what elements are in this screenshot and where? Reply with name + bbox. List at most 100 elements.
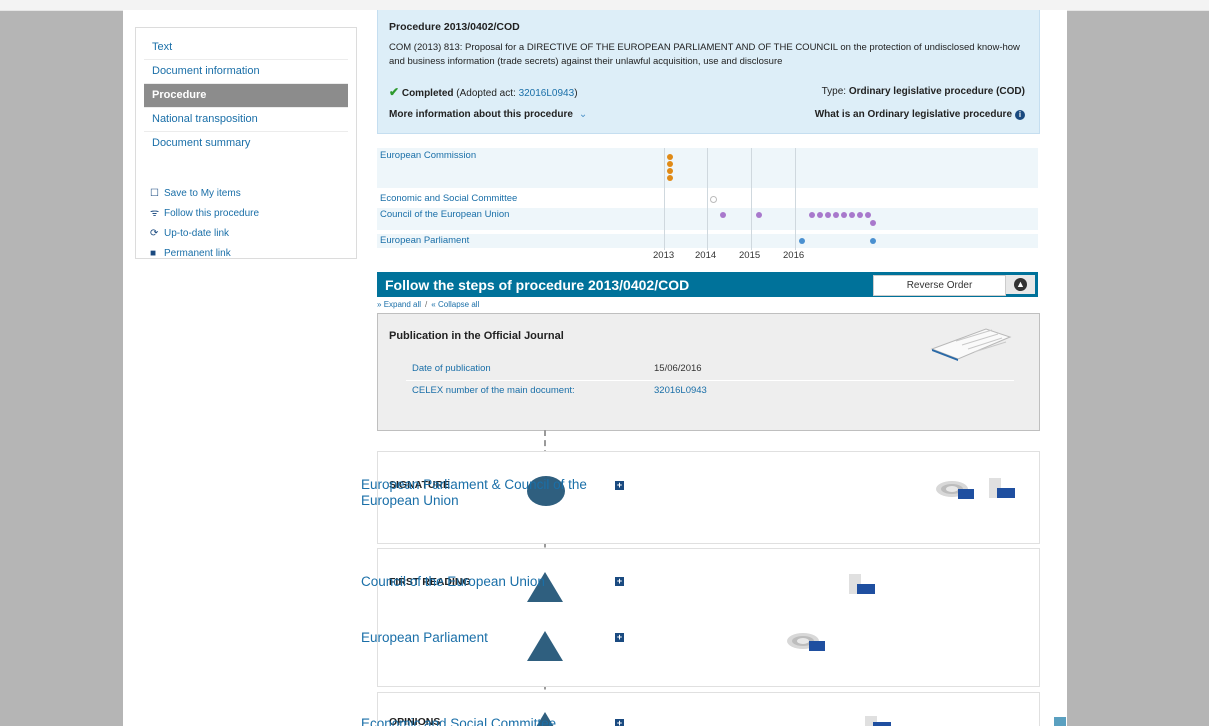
timeline-year-line <box>751 148 752 250</box>
sidebar-item-national-transposition[interactable]: National transposition <box>144 108 348 132</box>
publication-row: Date of publication 15/06/2016 <box>406 358 1014 381</box>
collapse-all-link[interactable]: « Collapse all <box>431 300 479 309</box>
follow-procedure-label: Follow this procedure <box>164 208 260 219</box>
esc-icon <box>865 716 891 726</box>
procedure-timeline: European Commission Economic and Social … <box>377 148 1038 261</box>
more-info-label: More information about this procedure <box>389 109 573 120</box>
timeline-label-council[interactable]: Council of the European Union <box>380 209 509 220</box>
stage-entity-link[interactable]: Council of the European Union <box>361 574 545 589</box>
sidebar-actions: ☐ Save to My items ᯤ Follow this procedure… <box>150 184 259 264</box>
reverse-order-button[interactable]: Reverse Order <box>873 275 1006 296</box>
timeline-event-dot[interactable] <box>667 161 673 167</box>
procedure-header: Procedure 2013/0402/COD COM (2013) 813: … <box>377 10 1040 134</box>
info-icon: i <box>1015 110 1025 120</box>
adopted-act-link[interactable]: 32016L0943 <box>519 88 575 99</box>
steps-header-bar: Follow the steps of procedure 2013/0402/… <box>377 272 1038 297</box>
bookmark-icon: ■ <box>150 248 157 259</box>
sidebar: Text Document information Procedure Nati… <box>135 27 357 259</box>
arrow-up-icon: ▲ <box>1014 278 1027 291</box>
timeline-year-label: 2015 <box>739 250 761 261</box>
timeline-event-dot[interactable] <box>857 212 863 218</box>
timeline-event-dot[interactable] <box>841 212 847 218</box>
timeline-event-dot[interactable] <box>667 154 673 160</box>
timeline-event-dot[interactable] <box>667 175 673 181</box>
stage-entity-link[interactable]: European Parliament & Council of the Eur… <box>361 477 631 509</box>
what-is-olp-link[interactable]: What is an Ordinary legislative procedur… <box>815 109 1025 120</box>
procedure-status: ✔ Completed (Adopted act: 32016L0943) <box>389 85 578 99</box>
timeline-year-label: 2014 <box>695 250 717 261</box>
timeline-label-parliament[interactable]: European Parliament <box>380 235 469 246</box>
expand-collapse-controls: » Expand all / « Collapse all <box>377 300 479 309</box>
what-is-olp-label: What is an Ordinary legislative procedur… <box>814 109 1012 120</box>
type-value: Ordinary legislative procedure (COD) <box>848 86 1025 97</box>
rss-icon: ᯤ <box>150 208 160 219</box>
expand-collapse-separator: / <box>425 300 428 309</box>
publication-key: CELEX number of the main document: <box>412 385 575 396</box>
scroll-to-top-button[interactable] <box>1054 717 1066 726</box>
expand-all-label: Expand all <box>383 300 422 309</box>
sidebar-item-document-information[interactable]: Document information <box>144 60 348 84</box>
celex-link[interactable]: 32016L0943 <box>654 385 707 396</box>
publication-box: Publication in the Official Journal Date… <box>377 313 1040 431</box>
timeline-event-dot[interactable] <box>849 212 855 218</box>
european-parliament-icon <box>936 481 974 499</box>
expand-plus-icon[interactable]: + <box>615 577 624 586</box>
adopted-suffix: ) <box>574 88 578 99</box>
timeline-year-label: 2016 <box>783 250 805 261</box>
status-label: Completed <box>401 88 454 99</box>
stage-entity-link[interactable]: European Parliament <box>361 630 488 645</box>
expand-all-link[interactable]: » Expand all <box>377 300 421 309</box>
timeline-event-dot[interactable] <box>833 212 839 218</box>
sidebar-item-document-summary[interactable]: Document summary <box>144 132 348 155</box>
timeline-event-dot[interactable] <box>870 238 876 244</box>
collapse-marker: « <box>431 300 436 309</box>
procedure-description: COM (2013) 813: Proposal for a DIRECTIVE… <box>389 42 1020 67</box>
sidebar-item-procedure[interactable]: Procedure <box>144 84 348 108</box>
council-icon <box>849 574 875 594</box>
permanent-link[interactable]: ■ Permanent link <box>150 244 259 264</box>
publication-row: CELEX number of the main document: 32016… <box>406 380 1014 402</box>
publication-value: 15/06/2016 <box>654 363 702 374</box>
expand-plus-icon[interactable]: + <box>615 633 624 642</box>
chevron-down-icon: ⌄ <box>578 109 588 120</box>
save-to-my-items-link[interactable]: ☐ Save to My items <box>150 184 259 204</box>
timeline-event-dot[interactable] <box>817 212 823 218</box>
timeline-event-dot[interactable] <box>710 196 717 203</box>
timeline-event-dot[interactable] <box>825 212 831 218</box>
expand-plus-icon[interactable]: + <box>615 719 624 726</box>
european-parliament-icon <box>787 633 825 651</box>
procedure-title: Procedure 2013/0402/COD <box>389 21 520 33</box>
steps-title: Follow the steps of procedure 2013/0402/… <box>385 277 690 293</box>
adopted-prefix: (Adopted act: <box>456 88 519 99</box>
collapse-all-label: Collapse all <box>437 300 480 309</box>
timeline-event-dot[interactable] <box>809 212 815 218</box>
bookmark-outline-icon: ☐ <box>150 188 159 199</box>
council-icon <box>989 478 1015 498</box>
sidebar-nav: Text Document information Procedure Nati… <box>144 36 348 155</box>
procedure-type: Type: Ordinary legislative procedure (CO… <box>822 86 1025 97</box>
up-to-date-label: Up-to-date link <box>164 228 230 239</box>
more-info-toggle[interactable]: More information about this procedure ⌄ <box>389 109 587 120</box>
timeline-label-esc[interactable]: Economic and Social Committee <box>380 193 517 204</box>
timeline-event-dot[interactable] <box>865 212 871 218</box>
timeline-year-label: 2013 <box>653 250 675 261</box>
timeline-label-commission[interactable]: European Commission <box>380 150 476 161</box>
timeline-event-dot[interactable] <box>870 220 876 226</box>
reverse-order-toggle[interactable]: ▲ <box>1006 275 1035 294</box>
first-reading-stage-icon <box>527 631 563 661</box>
sidebar-item-text[interactable]: Text <box>144 36 348 60</box>
timeline-event-dot[interactable] <box>756 212 762 218</box>
official-journal-icon <box>930 328 1012 361</box>
permanent-link-label: Permanent link <box>164 248 231 259</box>
refresh-icon: ⟳ <box>150 228 159 239</box>
timeline-event-dot[interactable] <box>667 168 673 174</box>
timeline-event-dot[interactable] <box>799 238 805 244</box>
stage-first-reading: FIRST READING <box>377 548 1040 687</box>
follow-procedure-link[interactable]: ᯤ Follow this procedure <box>150 204 259 224</box>
publication-title: Publication in the Official Journal <box>389 330 564 342</box>
save-to-my-items-label: Save to My items <box>164 188 241 199</box>
expand-marker: » <box>377 300 382 309</box>
timeline-event-dot[interactable] <box>720 212 726 218</box>
up-to-date-link[interactable]: ⟳ Up-to-date link <box>150 224 259 244</box>
stage-entity-link[interactable]: Economic and Social Committee <box>361 716 556 726</box>
